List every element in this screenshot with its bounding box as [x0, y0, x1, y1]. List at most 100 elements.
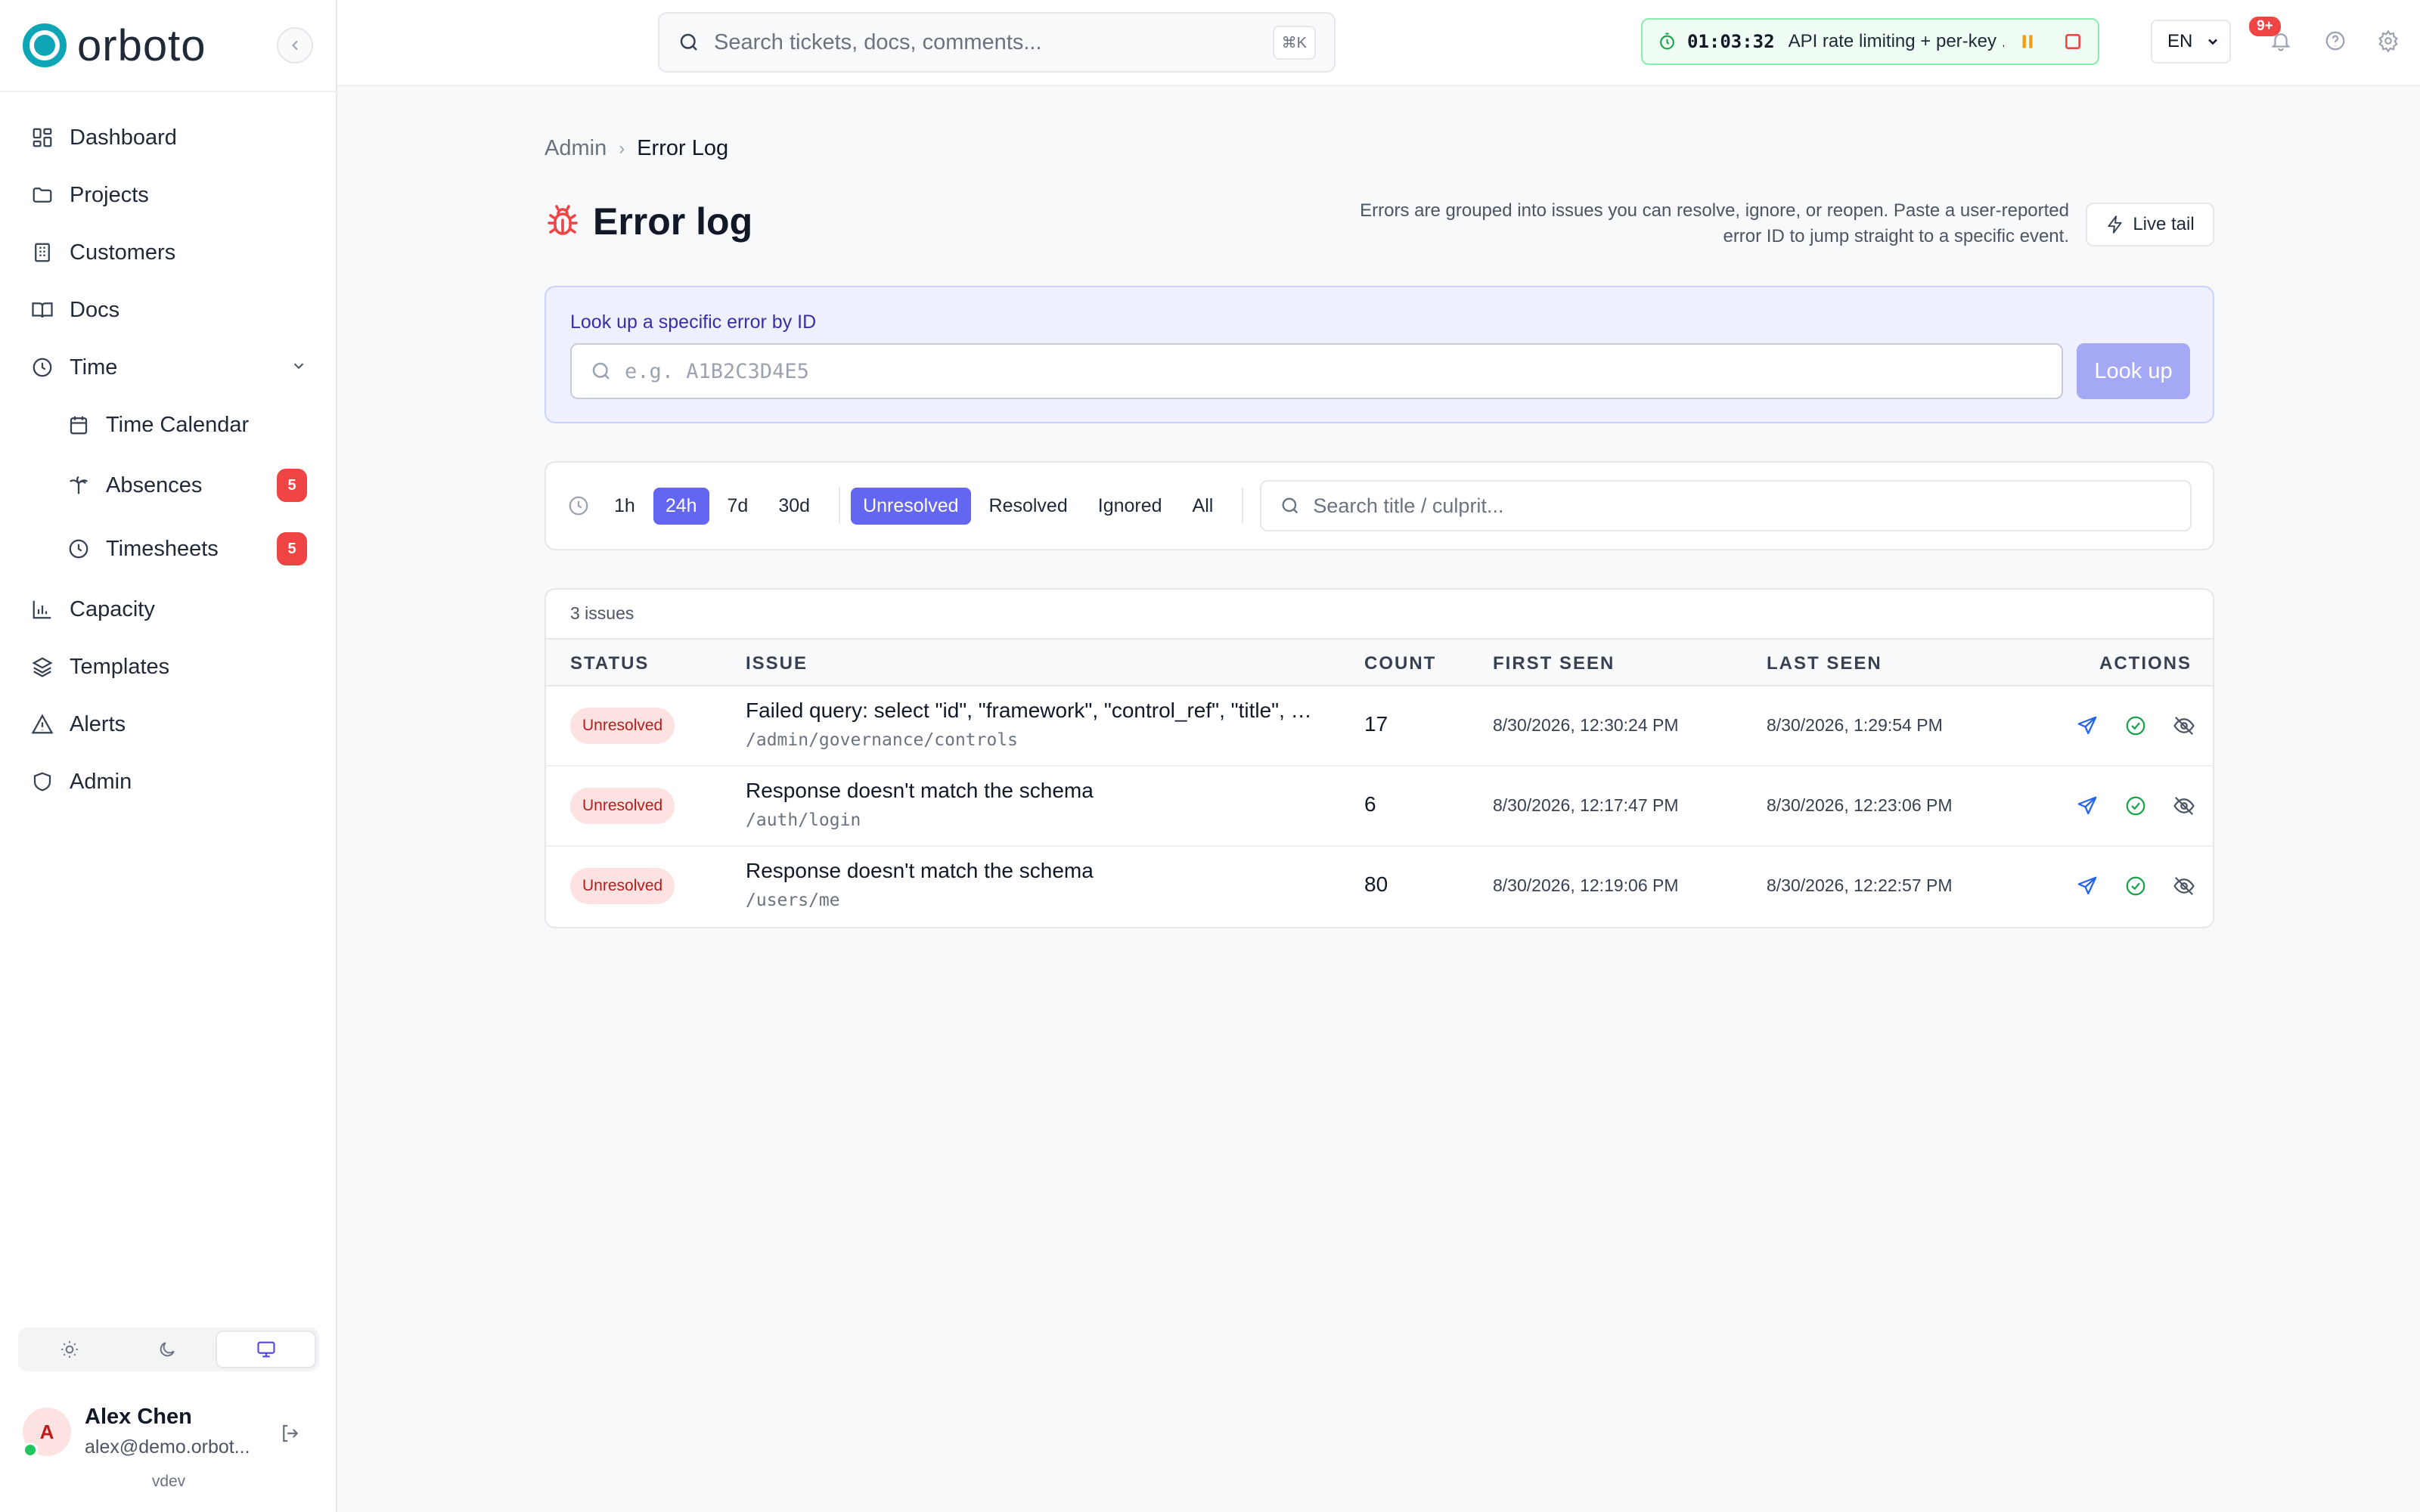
language-select[interactable]: EN: [2151, 20, 2231, 64]
user-email: alex@demo.orbot...: [85, 1436, 250, 1458]
eye-off-icon: [2173, 716, 2195, 736]
sidebar-item-label: Docs: [70, 297, 120, 322]
help-circle-icon: [2325, 31, 2345, 51]
theme-dark-button[interactable]: [119, 1331, 216, 1368]
sidebar-item-label: Customers: [70, 240, 176, 265]
gear-icon: [2378, 29, 2398, 52]
resolve-issue-button[interactable]: [2121, 711, 2151, 741]
alert-triangle-icon: [30, 712, 54, 736]
issue-title[interactable]: Response doesn't match the schema: [746, 859, 1313, 883]
error-lookup-label: Look up a specific error by ID: [570, 311, 817, 333]
bar-chart-icon: [30, 597, 54, 621]
send-icon: [2077, 716, 2097, 735]
ignore-issue-button[interactable]: [2169, 871, 2199, 901]
theme-light-button[interactable]: [21, 1331, 119, 1368]
column-header-actions: ACTIONS: [2099, 653, 2192, 674]
send-issue-button[interactable]: [2072, 711, 2102, 741]
help-button[interactable]: [2320, 26, 2350, 56]
sidebar-item-docs[interactable]: Docs: [30, 287, 119, 333]
sidebar-item-label: Templates: [70, 654, 170, 679]
send-issue-button[interactable]: [2072, 871, 2102, 901]
language-value: EN: [2167, 31, 2193, 51]
resolve-issue-button[interactable]: [2121, 871, 2151, 901]
check-circle-icon: [2126, 796, 2145, 816]
logout-button[interactable]: [275, 1418, 306, 1448]
error-lookup-panel: Look up a specific error by ID e.g. A1B2…: [544, 286, 2214, 423]
moon-icon: [160, 1342, 175, 1357]
table-row[interactable]: Unresolved Response doesn't match the sc…: [546, 767, 2213, 847]
issue-search-input[interactable]: Search title / culprit...: [1260, 480, 2192, 531]
sidebar-item-timesheets[interactable]: Timesheets 5: [67, 526, 307, 572]
status-filter-unresolved[interactable]: Unresolved: [851, 487, 971, 525]
pause-icon: [2022, 35, 2033, 48]
sidebar-item-projects[interactable]: Projects: [30, 172, 149, 218]
first-seen: 8/30/2026, 12:19:06 PM: [1493, 875, 1679, 895]
palm-tree-icon: [67, 473, 91, 497]
sidebar-item-customers[interactable]: Customers: [30, 230, 175, 275]
user-name: Alex Chen: [85, 1405, 192, 1429]
send-issue-button[interactable]: [2072, 791, 2102, 821]
resolve-issue-button[interactable]: [2121, 791, 2151, 821]
issue-search-placeholder: Search title / culprit...: [1313, 494, 1504, 517]
sidebar: orboto Dashboard Projects Customers Docs…: [0, 0, 337, 1512]
chevron-down-icon: [2208, 39, 2217, 45]
ignore-issue-button[interactable]: [2169, 711, 2199, 741]
settings-button[interactable]: [2373, 26, 2403, 56]
time-range-1h[interactable]: 1h: [602, 488, 647, 525]
table-row[interactable]: Unresolved Response doesn't match the sc…: [546, 847, 2213, 927]
dashboard-icon: [30, 125, 54, 150]
column-header-first-seen: FIRST SEEN: [1493, 653, 1615, 674]
user-profile[interactable]: A Alex Chen alex@demo.orbot...: [23, 1405, 318, 1465]
time-range-7d[interactable]: 7d: [715, 488, 761, 525]
stop-timer-button[interactable]: [2063, 32, 2083, 51]
last-seen: 8/30/2026, 12:22:57 PM: [1767, 875, 1953, 895]
sidebar-item-capacity[interactable]: Capacity: [30, 587, 155, 632]
stopwatch-icon: [1660, 33, 1674, 50]
brand-logo-icon: [23, 23, 67, 67]
theme-system-button[interactable]: [216, 1331, 317, 1368]
monitor-icon: [257, 1341, 275, 1358]
lookup-button[interactable]: Look up: [2077, 343, 2190, 399]
sidebar-item-alerts[interactable]: Alerts: [30, 702, 126, 747]
issues-table: 3 issues STATUS ISSUE COUNT FIRST SEEN L…: [544, 588, 2214, 928]
sidebar-item-templates[interactable]: Templates: [30, 644, 169, 689]
status-filter-resolved[interactable]: Resolved: [977, 488, 1080, 525]
clock-icon: [67, 537, 91, 561]
pause-timer-button[interactable]: [2018, 32, 2037, 51]
sidebar-item-admin[interactable]: Admin: [30, 759, 132, 804]
sidebar-item-dashboard[interactable]: Dashboard: [30, 115, 177, 160]
lightning-icon: [2108, 215, 2122, 234]
time-range-24h[interactable]: 24h: [653, 487, 709, 525]
error-id-input[interactable]: e.g. A1B2C3D4E5: [570, 343, 2063, 399]
global-search-input[interactable]: Search tickets, docs, comments... ⌘K: [658, 12, 1336, 73]
theme-switch: [18, 1328, 319, 1371]
chevron-left-icon: [292, 40, 298, 51]
search-shortcut-hint: ⌘K: [1272, 25, 1316, 60]
issue-title[interactable]: Failed query: select "id", "framework", …: [746, 699, 1313, 723]
check-circle-icon: [2126, 716, 2145, 736]
ignore-issue-button[interactable]: [2169, 791, 2199, 821]
timesheets-count-badge: 5: [277, 532, 307, 565]
chevron-down-icon: [290, 355, 307, 380]
status-filter-all[interactable]: All: [1181, 488, 1226, 525]
collapse-sidebar-button[interactable]: [277, 27, 313, 64]
absences-count-badge: 5: [277, 469, 307, 502]
live-tail-button[interactable]: Live tail: [2086, 203, 2214, 246]
search-icon: [680, 33, 697, 51]
running-timer[interactable]: 01:03:32 API rate limiting + per-key ...: [1641, 18, 2099, 65]
online-status-dot: [23, 1442, 38, 1458]
time-range-30d[interactable]: 30d: [766, 488, 822, 525]
first-seen: 8/30/2026, 12:30:24 PM: [1493, 715, 1679, 735]
breadcrumb-parent[interactable]: Admin: [544, 136, 607, 161]
clock-icon: [30, 355, 54, 380]
sidebar-item-time-calendar[interactable]: Time Calendar: [67, 402, 249, 448]
sidebar-item-absences[interactable]: Absences 5: [67, 463, 307, 508]
issue-title[interactable]: Response doesn't match the schema: [746, 779, 1313, 803]
brand[interactable]: orboto: [23, 21, 206, 70]
table-row[interactable]: Unresolved Failed query: select "id", "f…: [546, 686, 2213, 767]
issue-count: 80: [1364, 872, 1388, 896]
eye-off-icon: [2173, 796, 2195, 816]
column-header-last-seen: LAST SEEN: [1767, 653, 1882, 674]
sidebar-item-time[interactable]: Time: [30, 345, 307, 390]
status-filter-ignored[interactable]: Ignored: [1086, 488, 1174, 525]
